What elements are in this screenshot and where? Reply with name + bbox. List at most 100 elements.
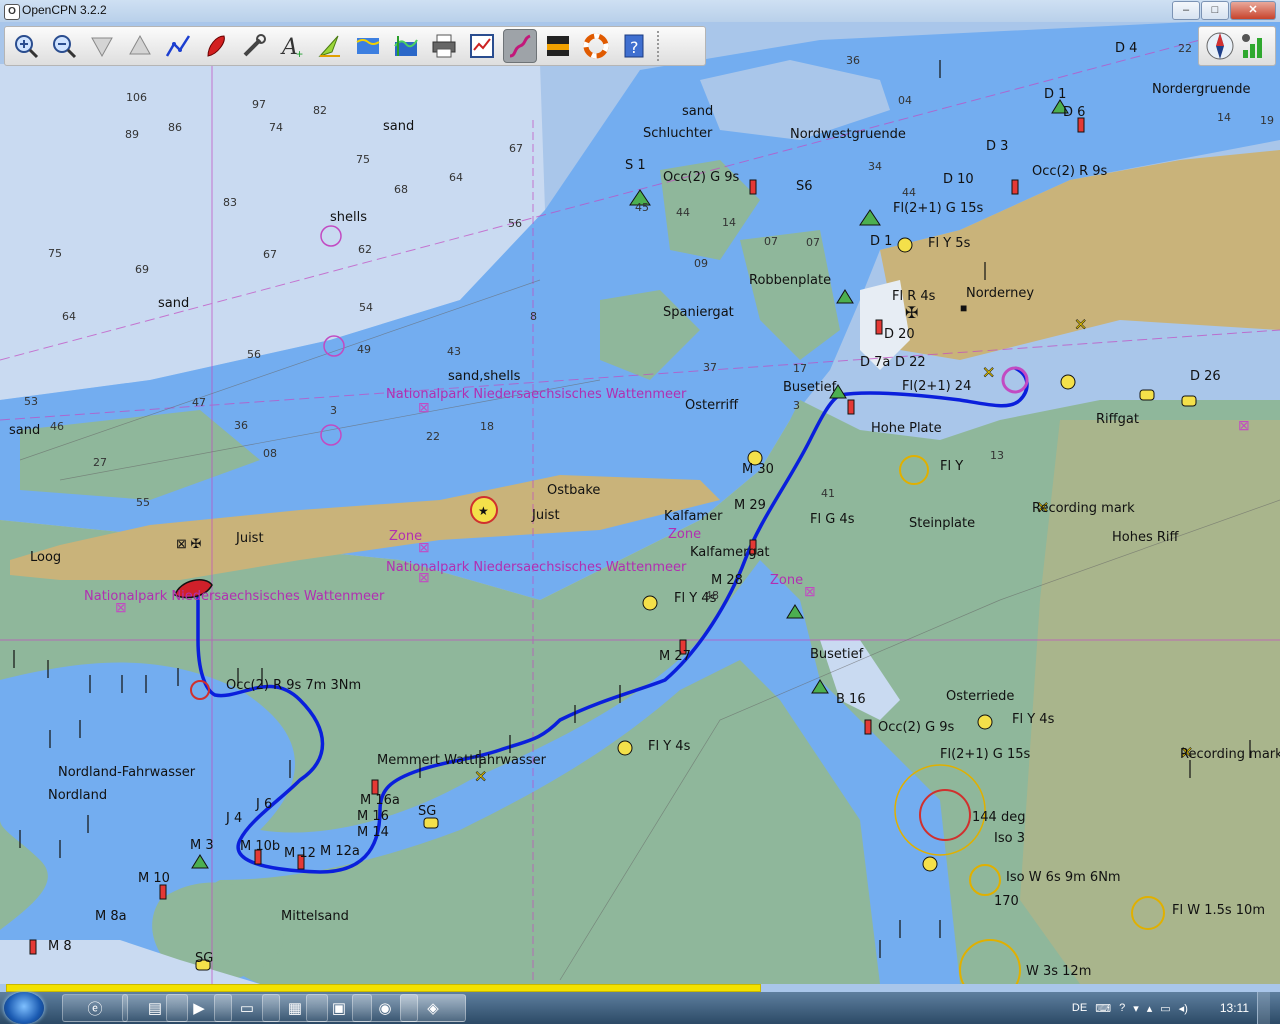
scale-in-button[interactable]: [85, 29, 119, 63]
scale-out-button[interactable]: [123, 29, 157, 63]
svg-text:⊠ ✠: ⊠ ✠: [176, 536, 202, 551]
svg-text:13: 13: [990, 449, 1004, 462]
auto-follow-button[interactable]: [199, 29, 233, 63]
nautical-chart[interactable]: ★ ✕ ✕ ✕ ✕ ✕ ⊠ ✠ ✠ ■ ⊠ ⊠ ⊠ ⊠ ⊠ ⊠ Nordergr…: [0, 22, 1280, 984]
zoom-in-button[interactable]: [9, 29, 43, 63]
svg-text:?: ?: [630, 38, 639, 57]
chart-canvas[interactable]: ★ ✕ ✕ ✕ ✕ ✕ ⊠ ✠ ✠ ■ ⊠ ⊠ ⊠ ⊠ ⊠ ⊠ Nordergr…: [0, 22, 1280, 984]
mob-button[interactable]: [579, 29, 613, 63]
taskbar-opencpn[interactable]: ◈: [400, 994, 466, 1022]
track-button[interactable]: [503, 29, 537, 63]
tide-current-button[interactable]: [389, 29, 423, 63]
maximize-button[interactable]: □: [1201, 1, 1229, 20]
svg-text:D 10: D 10: [943, 172, 974, 187]
volume-icon[interactable]: ◂): [1179, 1002, 1188, 1015]
svg-text:97: 97: [252, 98, 266, 111]
light-label: Fl Y: [940, 459, 963, 474]
light-label: Fl(2+1) G 15s: [940, 747, 1031, 762]
svg-text:04: 04: [898, 94, 912, 107]
taskbar-ie[interactable]: ⓔ: [62, 994, 128, 1022]
label-sand: sand: [158, 296, 189, 311]
speaker-icon[interactable]: ▾: [1133, 1002, 1139, 1015]
label-kalfamer: Kalfamer: [664, 509, 723, 524]
svg-text:M 27: M 27: [659, 649, 691, 664]
label-riffgat: Riffgat: [1096, 412, 1139, 427]
label-sand: sand: [383, 119, 414, 134]
light-label: Iso 3: [994, 831, 1025, 846]
svg-text:54: 54: [359, 301, 373, 314]
svg-text:45: 45: [635, 201, 649, 214]
svg-text:75: 75: [356, 153, 370, 166]
start-button[interactable]: [4, 992, 44, 1024]
svg-text:27: 27: [93, 456, 107, 469]
show-hidden-icons[interactable]: ▴: [1147, 1002, 1153, 1015]
ie-icon: ⓔ: [87, 1000, 103, 1018]
svg-text:M 29: M 29: [734, 498, 766, 513]
print-icon: [432, 34, 456, 58]
svg-text:64: 64: [62, 310, 76, 323]
window-icon: ▭: [239, 1000, 255, 1017]
label-norderney: Norderney: [966, 286, 1034, 301]
label-steinplate: Steinplate: [909, 516, 975, 531]
light-label: Occ(2) G 9s: [878, 720, 955, 735]
svg-text:⊠: ⊠: [1238, 417, 1250, 433]
svg-text:14: 14: [1217, 111, 1231, 124]
create-route-button[interactable]: [161, 29, 195, 63]
svg-text:J 4: J 4: [225, 811, 242, 826]
language-indicator[interactable]: DE: [1072, 1002, 1087, 1014]
help-tray-icon[interactable]: ?: [1119, 1002, 1125, 1014]
svg-text:M 10b: M 10b: [240, 839, 280, 854]
svg-text:S6: S6: [796, 179, 813, 194]
svg-text:M 16: M 16: [357, 809, 389, 824]
svg-text:53: 53: [24, 395, 38, 408]
clock[interactable]: 13:11: [1220, 1001, 1249, 1015]
label-hohe-plate: Hohe Plate: [871, 421, 942, 436]
svg-text:M 3: M 3: [190, 838, 214, 853]
svg-text:D 4: D 4: [1115, 41, 1137, 56]
opencpn-icon: ◈: [427, 1000, 439, 1017]
scale-in-icon: [91, 37, 113, 58]
svg-text:82: 82: [313, 104, 327, 117]
svg-text:44: 44: [902, 186, 916, 199]
svg-text:48: 48: [705, 589, 719, 602]
route-manager-button[interactable]: [465, 29, 499, 63]
light-label: Fl(2+1) 24: [902, 379, 971, 394]
print-button[interactable]: [427, 29, 461, 63]
svg-text:64: 64: [449, 171, 463, 184]
settings-button[interactable]: [237, 29, 271, 63]
keyboard-icon[interactable]: ⌨: [1095, 1002, 1111, 1015]
svg-text:J 6: J 6: [255, 797, 272, 812]
svg-text:83: 83: [223, 196, 237, 209]
minimize-button[interactable]: –: [1172, 1, 1200, 20]
label-robbenplate: Robbenplate: [749, 273, 831, 288]
light-label: Fl G 4s: [810, 512, 855, 527]
route-manager-icon: [470, 34, 494, 58]
compass-icon[interactable]: [1205, 30, 1235, 62]
light-label: 144 deg: [972, 810, 1025, 825]
svg-text:D 20: D 20: [884, 327, 915, 342]
label-nordland-fahrwasser: Nordland-Fahrwasser: [58, 765, 196, 780]
label-mittelsand: Mittelsand: [281, 909, 349, 924]
label-juist: Juist: [235, 531, 264, 546]
svg-text:D 26: D 26: [1190, 369, 1221, 384]
gps-status-icon[interactable]: [1239, 30, 1269, 62]
text-button[interactable]: A +: [275, 29, 309, 63]
svg-text:34: 34: [868, 160, 882, 173]
color-scheme-button[interactable]: [541, 29, 575, 63]
svg-text:75: 75: [48, 247, 62, 260]
close-button[interactable]: ✕: [1230, 1, 1276, 20]
label-sand: sand: [9, 423, 40, 438]
current-button[interactable]: [313, 29, 347, 63]
help-button[interactable]: ?: [617, 29, 651, 63]
svg-text:22: 22: [1178, 42, 1192, 55]
tide-current-icon: [394, 36, 418, 56]
svg-text:56: 56: [508, 217, 522, 230]
toolbar-grip[interactable]: [657, 31, 665, 61]
show-desktop-button[interactable]: [1257, 992, 1270, 1024]
tide-button[interactable]: [351, 29, 385, 63]
svg-text:89: 89: [125, 128, 139, 141]
svg-text:14: 14: [722, 216, 736, 229]
zoom-out-button[interactable]: [47, 29, 81, 63]
svg-text:D 6: D 6: [1063, 105, 1085, 120]
network-icon[interactable]: ▭: [1160, 1002, 1170, 1015]
